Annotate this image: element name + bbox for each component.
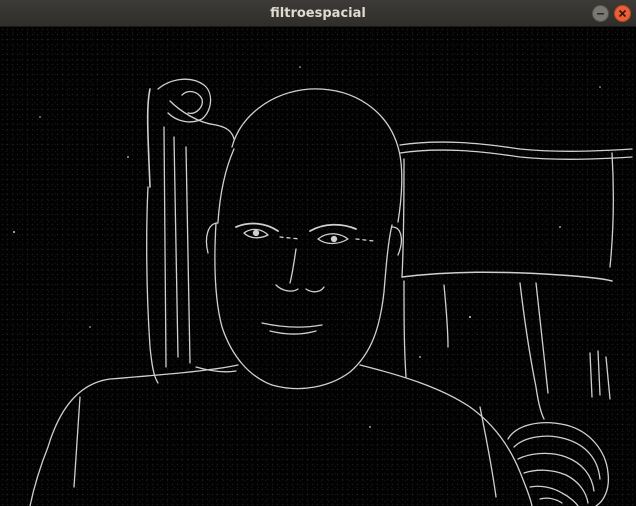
window-title: filtroespacial [270, 6, 366, 21]
edge-detection-image [13, 66, 633, 506]
filtered-video-frame [0, 27, 636, 506]
close-button[interactable] [614, 5, 631, 22]
close-icon [618, 9, 627, 18]
minimize-icon [597, 13, 604, 15]
minimize-button[interactable] [592, 5, 609, 22]
title-bar[interactable]: filtroespacial [0, 0, 636, 27]
app-window: filtroespacial [0, 0, 636, 506]
